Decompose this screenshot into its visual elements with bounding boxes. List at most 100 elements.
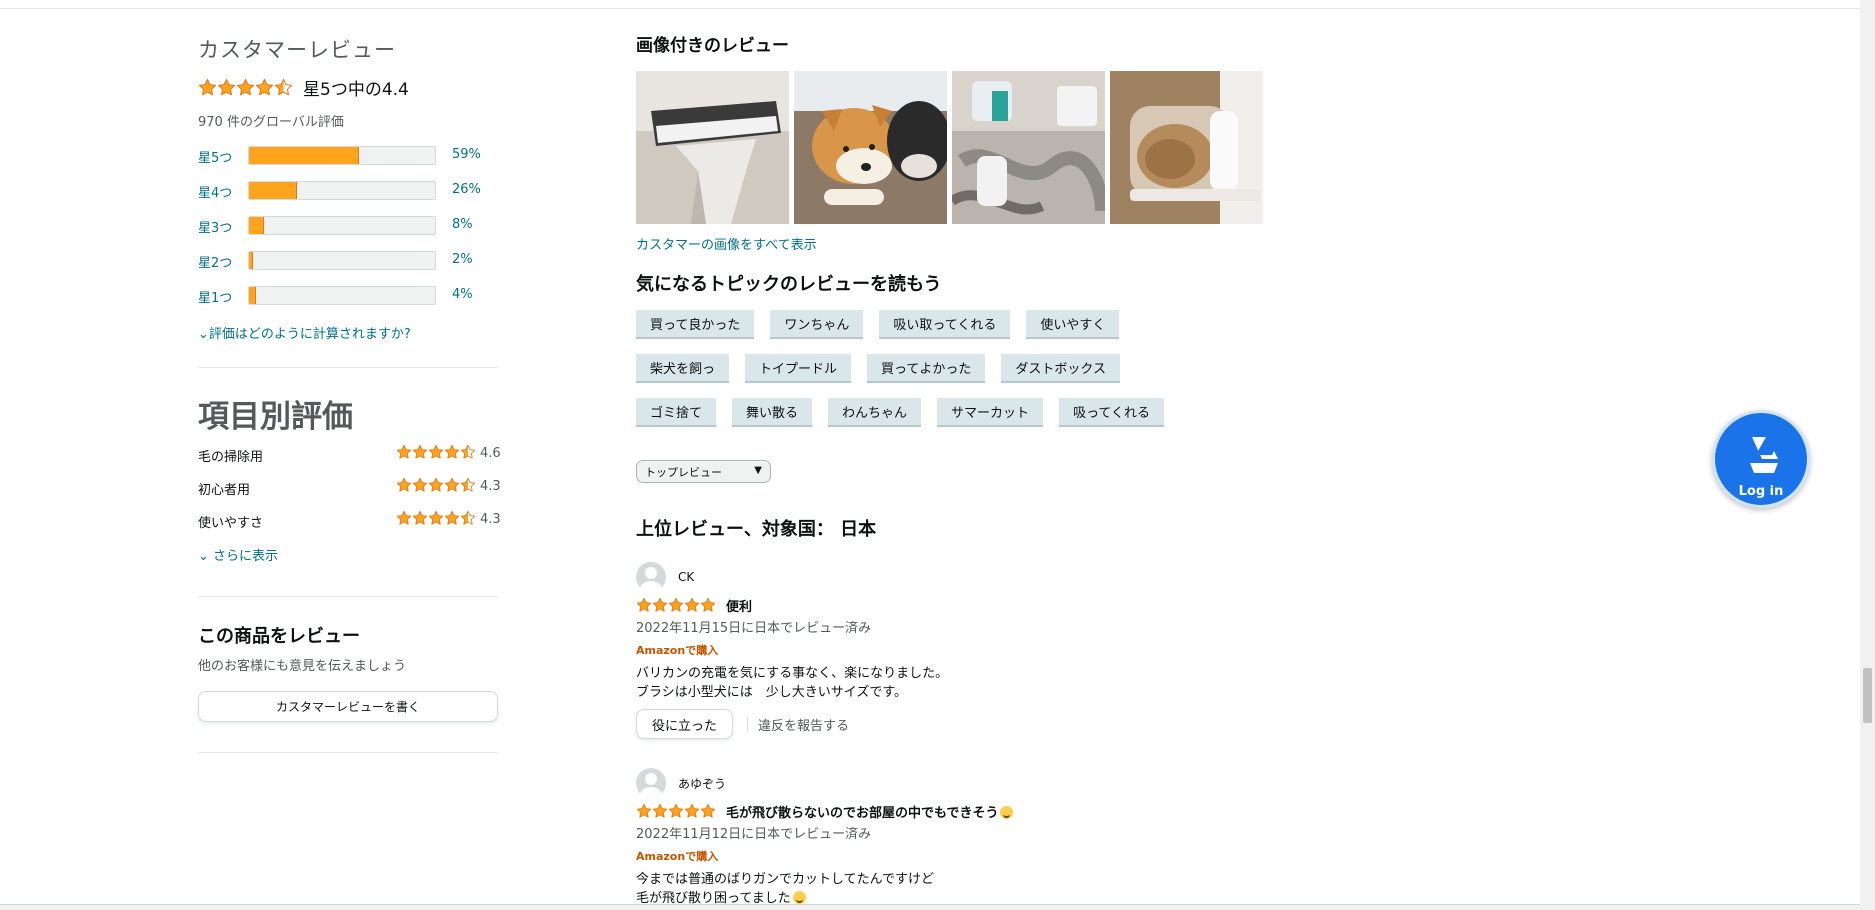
- topic-chip[interactable]: トイプードル: [745, 354, 852, 383]
- attribute-value: 4.3: [480, 512, 501, 527]
- topic-chip[interactable]: 買って良かった: [636, 310, 755, 339]
- topic-chip[interactable]: 舞い散る: [732, 398, 813, 427]
- review-rating[interactable]: 便利: [636, 595, 1396, 615]
- attribute-name: 初心者用: [198, 483, 251, 498]
- reviewer-profile[interactable]: CK: [636, 562, 1396, 592]
- review-this-product-title: この商品をレビュー: [198, 626, 360, 647]
- see-more-link[interactable]: ⌄ さらに表示: [198, 545, 278, 564]
- histogram-bar[interactable]: [248, 251, 436, 270]
- reviewer-name[interactable]: CK: [678, 570, 694, 584]
- star-icon: [652, 597, 668, 613]
- star-icon: [668, 597, 684, 613]
- topic-chip[interactable]: ワンちゃん: [770, 310, 864, 339]
- topic-chip[interactable]: サマーカット: [937, 398, 1044, 427]
- histogram-percent[interactable]: 2%: [452, 252, 473, 267]
- histogram-row-5[interactable]: 星5つ 59%: [198, 145, 500, 180]
- star-icon: [428, 477, 444, 493]
- histogram-label[interactable]: 星2つ: [198, 252, 232, 271]
- histogram-bar[interactable]: [248, 216, 436, 235]
- login-label: Log in: [1738, 484, 1784, 499]
- review-rating[interactable]: 毛が飛び散らないのでお部屋の中でもできそう: [636, 801, 1396, 821]
- topic-chip[interactable]: ダストボックス: [1001, 354, 1121, 383]
- helpful-button[interactable]: 役に立った: [636, 709, 734, 739]
- histogram-label[interactable]: 星1つ: [198, 287, 232, 306]
- avatar[interactable]: [636, 768, 666, 798]
- review-image-thumbnail[interactable]: [1110, 71, 1263, 224]
- dust-box-image: [1110, 71, 1263, 224]
- write-review-button[interactable]: カスタマーレビューを書く: [198, 691, 498, 722]
- review-body: バリカンの充電を気にする事なく、楽になりました。 ブラシは小型犬には 少し大きい…: [636, 664, 1396, 702]
- histogram-bar[interactable]: [248, 181, 436, 200]
- histogram-percent[interactable]: 8%: [452, 217, 473, 232]
- histogram-label[interactable]: 星4つ: [198, 182, 232, 201]
- verified-purchase-badge[interactable]: Amazonで購入: [636, 848, 1396, 864]
- attribute-row: 毛の掃除用 4.6: [198, 444, 501, 466]
- groomer-hose-image: [952, 71, 1105, 224]
- histogram-row-4[interactable]: 星4つ 26%: [198, 180, 500, 215]
- star-icon: [428, 444, 444, 460]
- review-this-product-subtitle: 他のお客様にも意見を伝えましょう: [198, 659, 407, 674]
- histogram-label[interactable]: 星5つ: [198, 147, 232, 166]
- see-all-customer-images-link[interactable]: カスタマーの画像をすべて表示: [636, 234, 817, 253]
- review-stars[interactable]: [636, 597, 716, 613]
- review-title[interactable]: 毛が飛び散らないのでお部屋の中でもできそう: [726, 802, 1014, 821]
- divider: [198, 367, 498, 368]
- histogram-row-1[interactable]: 星1つ 4%: [198, 285, 500, 320]
- topic-chip[interactable]: ゴミ捨て: [636, 398, 717, 427]
- review-stars[interactable]: [636, 803, 716, 819]
- overall-stars: [198, 78, 293, 97]
- review-image-thumbnail[interactable]: [952, 71, 1105, 224]
- review-image-thumbnail[interactable]: [794, 71, 947, 224]
- page-scrollbar[interactable]: [1860, 0, 1875, 910]
- report-abuse-link[interactable]: 違反を報告する: [758, 715, 849, 734]
- histogram-percent[interactable]: 26%: [452, 182, 481, 197]
- how-ratings-calculated-link[interactable]: ⌄評価はどのように計算されますか?: [198, 323, 411, 342]
- avatar[interactable]: [636, 562, 666, 592]
- verified-purchase-badge[interactable]: Amazonで購入: [636, 642, 1396, 658]
- review-image-strip: [636, 71, 1268, 224]
- histogram-bar[interactable]: [248, 146, 436, 165]
- star-icon: [274, 78, 293, 97]
- topic-chip[interactable]: 吸ってくれる: [1059, 398, 1165, 427]
- attribute-name: 毛の掃除用: [198, 450, 264, 465]
- histogram-fill: [249, 147, 359, 164]
- histogram-row-3[interactable]: 星3つ 8%: [198, 215, 500, 250]
- see-more-label: さらに表示: [213, 549, 279, 564]
- scrollbar-thumb[interactable]: [1863, 668, 1872, 723]
- chevron-down-icon: ▼: [754, 465, 762, 476]
- review-image-thumbnail[interactable]: [636, 71, 789, 224]
- histogram-label[interactable]: 星3つ: [198, 217, 232, 236]
- sort-reviews-select[interactable]: トップレビュー ▼: [636, 460, 771, 483]
- histogram-percent[interactable]: 59%: [452, 147, 481, 162]
- overall-rating[interactable]: 星5つ中の4.4: [198, 75, 409, 100]
- login-logo-icon: [1750, 437, 1778, 473]
- topic-chip[interactable]: わんちゃん: [828, 398, 922, 427]
- histogram-fill: [249, 182, 298, 199]
- star-icon: [396, 444, 412, 460]
- topic-row: 柴犬を飼っ トイプードル 買ってよかった ダストボックス: [636, 354, 1136, 383]
- review-body: 今までは普通のばりガンでカットしてたんですけど 毛が飛び散り困ってました: [636, 870, 1396, 908]
- histogram-row-2[interactable]: 星2つ 2%: [198, 250, 500, 285]
- top-divider: [0, 8, 1860, 9]
- reviewer-profile[interactable]: あゆぞう: [636, 768, 1396, 798]
- smile-emoji-icon: [1000, 805, 1014, 819]
- divider: [198, 752, 498, 753]
- topic-chip[interactable]: 使いやすく: [1026, 310, 1120, 339]
- histogram-percent[interactable]: 4%: [452, 287, 473, 302]
- review-item: あゆぞう 毛が飛び散らないのでお部屋の中でもできそう 2022年11月12日に日…: [636, 768, 1396, 908]
- histogram-bar[interactable]: [248, 286, 436, 305]
- star-icon: [652, 803, 668, 819]
- attribute-value: 4.6: [480, 446, 501, 461]
- topic-chip[interactable]: 柴犬を飼っ: [636, 354, 730, 383]
- star-icon: [636, 803, 652, 819]
- topic-chip[interactable]: 吸い取ってくれる: [879, 310, 1011, 339]
- attribute-stars: [396, 444, 476, 460]
- review-title[interactable]: 便利: [726, 596, 752, 615]
- image-reviews-title: 画像付きのレビュー: [636, 36, 789, 56]
- star-icon: [460, 510, 476, 526]
- topic-chip[interactable]: 買ってよかった: [867, 354, 986, 383]
- login-floating-button[interactable]: Log in: [1712, 410, 1810, 508]
- sad-emoji-icon: [792, 891, 806, 904]
- reviewer-name[interactable]: あゆぞう: [678, 775, 726, 792]
- customer-reviews-title: カスタマーレビュー: [198, 38, 396, 62]
